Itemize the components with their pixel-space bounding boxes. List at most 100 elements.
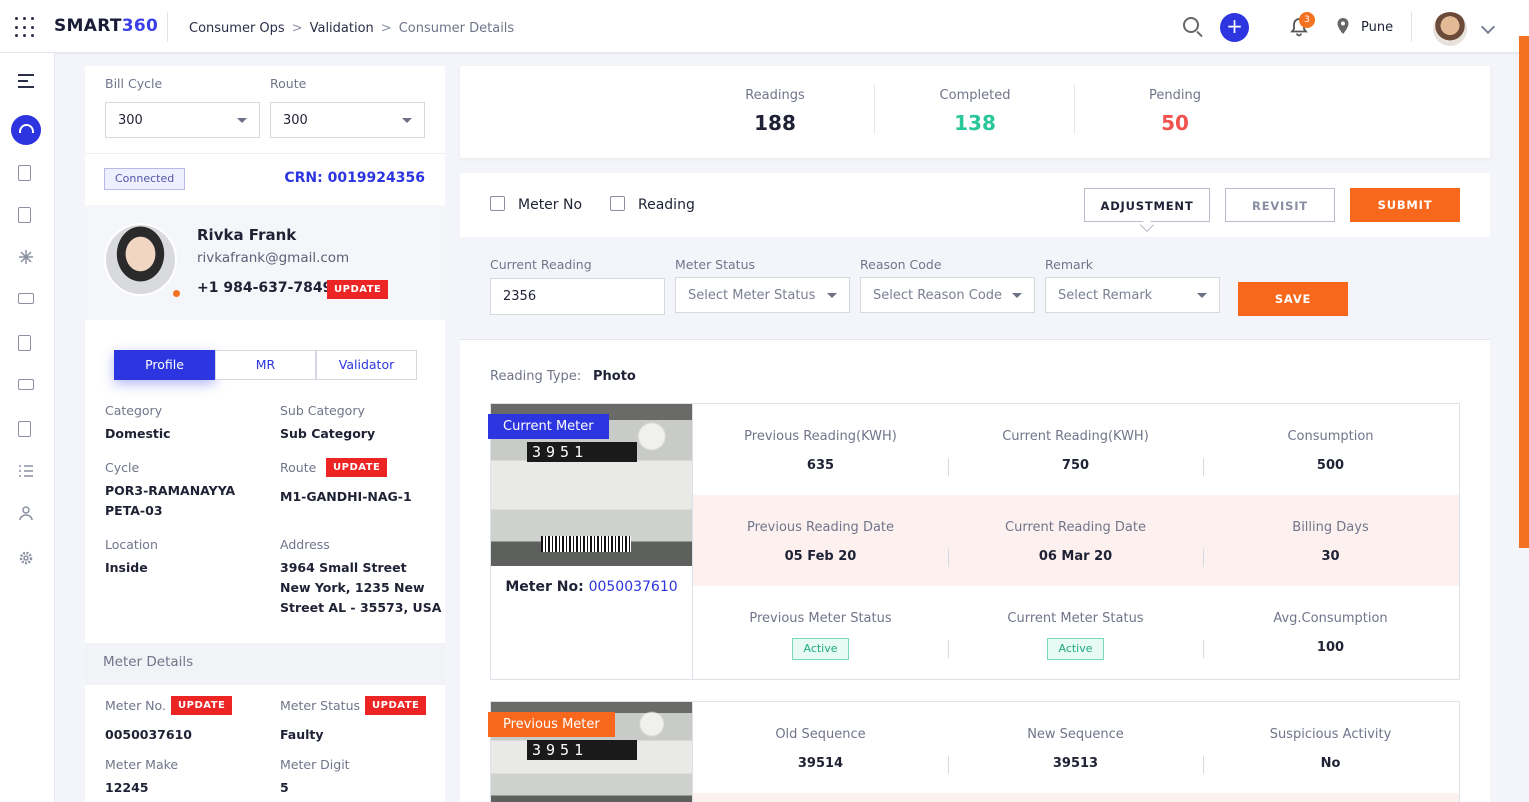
previous-reading-cell: Previous Reading(KWH) 635 [693, 429, 948, 473]
reason-code-placeholder: Select Reason Code [873, 288, 1003, 303]
meter-no-value: 0050037610 [105, 727, 192, 742]
remark-placeholder: Select Remark [1058, 288, 1153, 303]
meter-make-value: 12245 [105, 780, 149, 795]
reason-code-select[interactable]: Select Reason Code [860, 277, 1035, 313]
suspicious-activity-value: No [1320, 756, 1341, 771]
address-label: Address [280, 537, 330, 552]
current-date-label: Current Reading Date [1005, 520, 1146, 535]
update-meter-no-button[interactable]: UPDATE [171, 696, 233, 715]
bill-cycle-label: Bill Cycle [105, 76, 163, 91]
consumer-email: rivkafrank@gmail.com [197, 250, 350, 266]
dashboard-icon[interactable] [11, 115, 41, 145]
user-icon[interactable] [18, 505, 34, 521]
new-sequence-value: 39513 [1052, 756, 1099, 771]
consumer-phone: +1 984-637-7849 [197, 280, 333, 296]
settings-icon[interactable] [18, 550, 34, 566]
update-meter-status-button[interactable]: UPDATE [365, 696, 427, 715]
current-reading-value: 2356 [503, 289, 537, 304]
search-icon[interactable] [1183, 17, 1199, 33]
address-line2: New York, 1235 New [280, 580, 425, 595]
billing-days-label: Billing Days [1292, 520, 1369, 535]
update-route-button[interactable]: UPDATE [326, 458, 388, 477]
validation-panel: Meter No Reading ADJUSTMENT REVISIT SUBM… [460, 173, 1490, 802]
city-selector[interactable]: Pune [1361, 20, 1393, 35]
add-button[interactable]: + [1220, 13, 1249, 42]
current-status-cell: Current Meter Status Active [948, 611, 1203, 660]
reading-checkbox[interactable] [610, 196, 625, 211]
bill-cycle-select[interactable]: 300 [105, 102, 260, 138]
divider [460, 339, 1490, 340]
completed-stat: Completed 138 [875, 88, 1075, 135]
tab-mr[interactable]: MR [215, 350, 316, 380]
breadcrumb-validation[interactable]: Validation [310, 21, 374, 36]
adjustment-button[interactable]: ADJUSTMENT [1084, 188, 1210, 222]
meter-status-select[interactable]: Select Meter Status [675, 277, 850, 313]
meter-digit-label: Meter Digit [280, 757, 350, 772]
meter-no-checkbox-label: Meter No [518, 197, 583, 213]
apps-grid-icon[interactable] [15, 17, 36, 38]
scrollbar-thumb[interactable] [1519, 36, 1529, 548]
save-button[interactable]: SAVE [1238, 282, 1348, 316]
payment-icon[interactable] [18, 379, 34, 390]
readings-label: Readings [745, 88, 805, 103]
category-value: Domestic [105, 426, 171, 441]
new-sequence-label: New Sequence [1027, 727, 1124, 742]
breadcrumb-consumer-ops[interactable]: Consumer Ops [189, 21, 285, 36]
bill-icon[interactable] [18, 293, 34, 304]
online-status-dot [173, 290, 180, 297]
breadcrumb-separator: > [380, 21, 392, 36]
previous-status-badge: Active [792, 638, 849, 660]
cycle-value-line2: PETA-03 [105, 503, 163, 518]
route-select[interactable]: 300 [270, 102, 425, 138]
brand-logo[interactable]: SMART360 [54, 16, 158, 36]
meter-details-heading: Meter Details [85, 643, 445, 685]
consumption-label: Consumption [1287, 429, 1374, 444]
consumption-cell: Consumption 500 [1203, 429, 1458, 473]
previous-date-cell: Previous Reading Date 05 Feb 20 [693, 520, 948, 564]
update-phone-button[interactable]: UPDATE [327, 280, 389, 299]
current-reading-input[interactable]: 2356 [490, 278, 665, 315]
current-status-label: Current Meter Status [1007, 611, 1144, 626]
spark-icon[interactable] [18, 249, 34, 265]
reading-checkbox-label: Reading [638, 197, 695, 213]
completed-value: 138 [954, 111, 996, 135]
submit-button[interactable]: SUBMIT [1350, 188, 1460, 222]
divider [1411, 12, 1412, 42]
current-reading-kwh-label: Current Reading(KWH) [1002, 429, 1149, 444]
cycle-value-line1: POR3-RAMANAYYA [105, 483, 236, 498]
caret-down-icon [402, 118, 412, 123]
breadcrumb: Consumer Ops > Validation > Consumer Details [189, 21, 514, 36]
tab-validator[interactable]: Validator [316, 350, 417, 380]
checklist-icon[interactable] [18, 463, 34, 479]
route-value: 300 [283, 113, 308, 128]
route-profile-label: Route [280, 460, 317, 475]
sub-category-value: Sub Category [280, 426, 376, 441]
location-label: Location [105, 537, 158, 552]
previous-date-label: Previous Reading Date [746, 520, 895, 535]
caret-down-icon [1197, 293, 1207, 298]
meter-no-checkbox[interactable] [490, 196, 505, 211]
document-icon[interactable] [18, 335, 31, 351]
row-highlight [693, 793, 1459, 802]
meter-status-form-label: Meter Status [675, 257, 756, 272]
notification-count-badge: 3 [1299, 12, 1315, 28]
current-date-value: 06 Mar 20 [1038, 549, 1113, 564]
meter-no-link[interactable]: 0050037610 [589, 579, 678, 595]
location-value: Inside [105, 560, 148, 575]
previous-meter-card: 3951 Previous Meter Old Sequence 39514 Ne… [488, 701, 1460, 802]
meter-dial-reading: 3951 [527, 442, 637, 462]
report-icon[interactable] [18, 421, 31, 437]
reading-type-label: Reading Type: [490, 369, 582, 384]
avg-consumption-label: Avg.Consumption [1273, 611, 1388, 626]
clipboard-user-icon[interactable] [18, 207, 31, 223]
menu-icon[interactable] [18, 74, 34, 90]
consumer-avatar [104, 223, 177, 296]
chevron-down-icon[interactable] [1480, 19, 1496, 35]
meter-dial-reading: 3951 [527, 740, 637, 760]
suspicious-activity-label: Suspicious Activity [1269, 727, 1392, 742]
user-avatar[interactable] [1433, 12, 1467, 46]
revisit-button[interactable]: REVISIT [1225, 188, 1335, 222]
consumer-document-icon[interactable] [18, 165, 31, 181]
remark-select[interactable]: Select Remark [1045, 277, 1220, 313]
tab-profile[interactable]: Profile [114, 350, 215, 380]
